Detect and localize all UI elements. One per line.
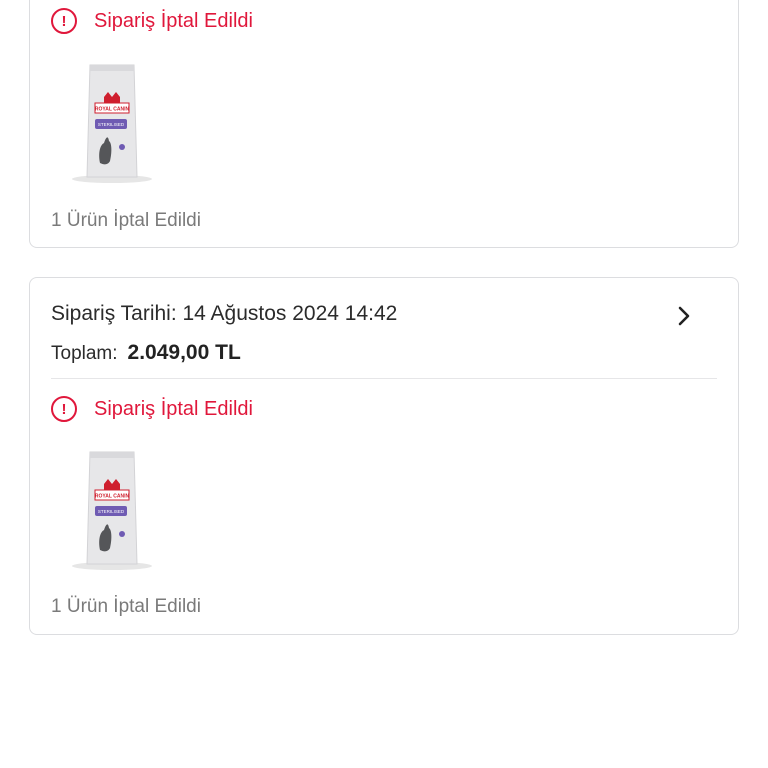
cancelled-items-summary: 1 Ürün İptal Edildi bbox=[51, 210, 201, 231]
product-variant-text: STERILISED bbox=[98, 122, 125, 127]
order-date: Sipariş Tarihi: 14 Ağustos 2024 14:42 bbox=[51, 302, 398, 325]
product-image[interactable]: ROYAL CANIN STERILISED bbox=[62, 448, 162, 574]
order-total: Toplam: 2.049,00 TL bbox=[51, 341, 241, 365]
order-card[interactable]: ! Sipariş İptal Edildi ROYAL CANIN STERI… bbox=[29, 0, 739, 248]
order-card[interactable]: Sipariş Tarihi: 14 Ağustos 2024 14:42 To… bbox=[29, 277, 739, 635]
alert-circle-icon: ! bbox=[51, 396, 77, 422]
chevron-right-icon[interactable] bbox=[674, 304, 694, 328]
total-value: 2.049,00 TL bbox=[127, 341, 241, 364]
total-label: Toplam: bbox=[51, 343, 118, 364]
brand-logo-text: ROYAL CANIN bbox=[95, 494, 130, 500]
divider bbox=[51, 378, 717, 379]
product-image[interactable]: ROYAL CANIN STERILISED bbox=[62, 61, 162, 187]
alert-circle-icon: ! bbox=[51, 8, 77, 34]
order-status-text: Sipariş İptal Edildi bbox=[94, 397, 253, 420]
order-status: ! Sipariş İptal Edildi bbox=[51, 394, 253, 424]
order-status: ! Sipariş İptal Edildi bbox=[51, 6, 253, 36]
brand-logo-text: ROYAL CANIN bbox=[95, 107, 130, 113]
cancelled-items-summary: 1 Ürün İptal Edildi bbox=[51, 596, 201, 617]
orders-screen: ! Sipariş İptal Edildi ROYAL CANIN STERI… bbox=[0, 0, 768, 768]
order-status-text: Sipariş İptal Edildi bbox=[94, 9, 253, 32]
product-variant-text: STERILISED bbox=[98, 509, 125, 514]
